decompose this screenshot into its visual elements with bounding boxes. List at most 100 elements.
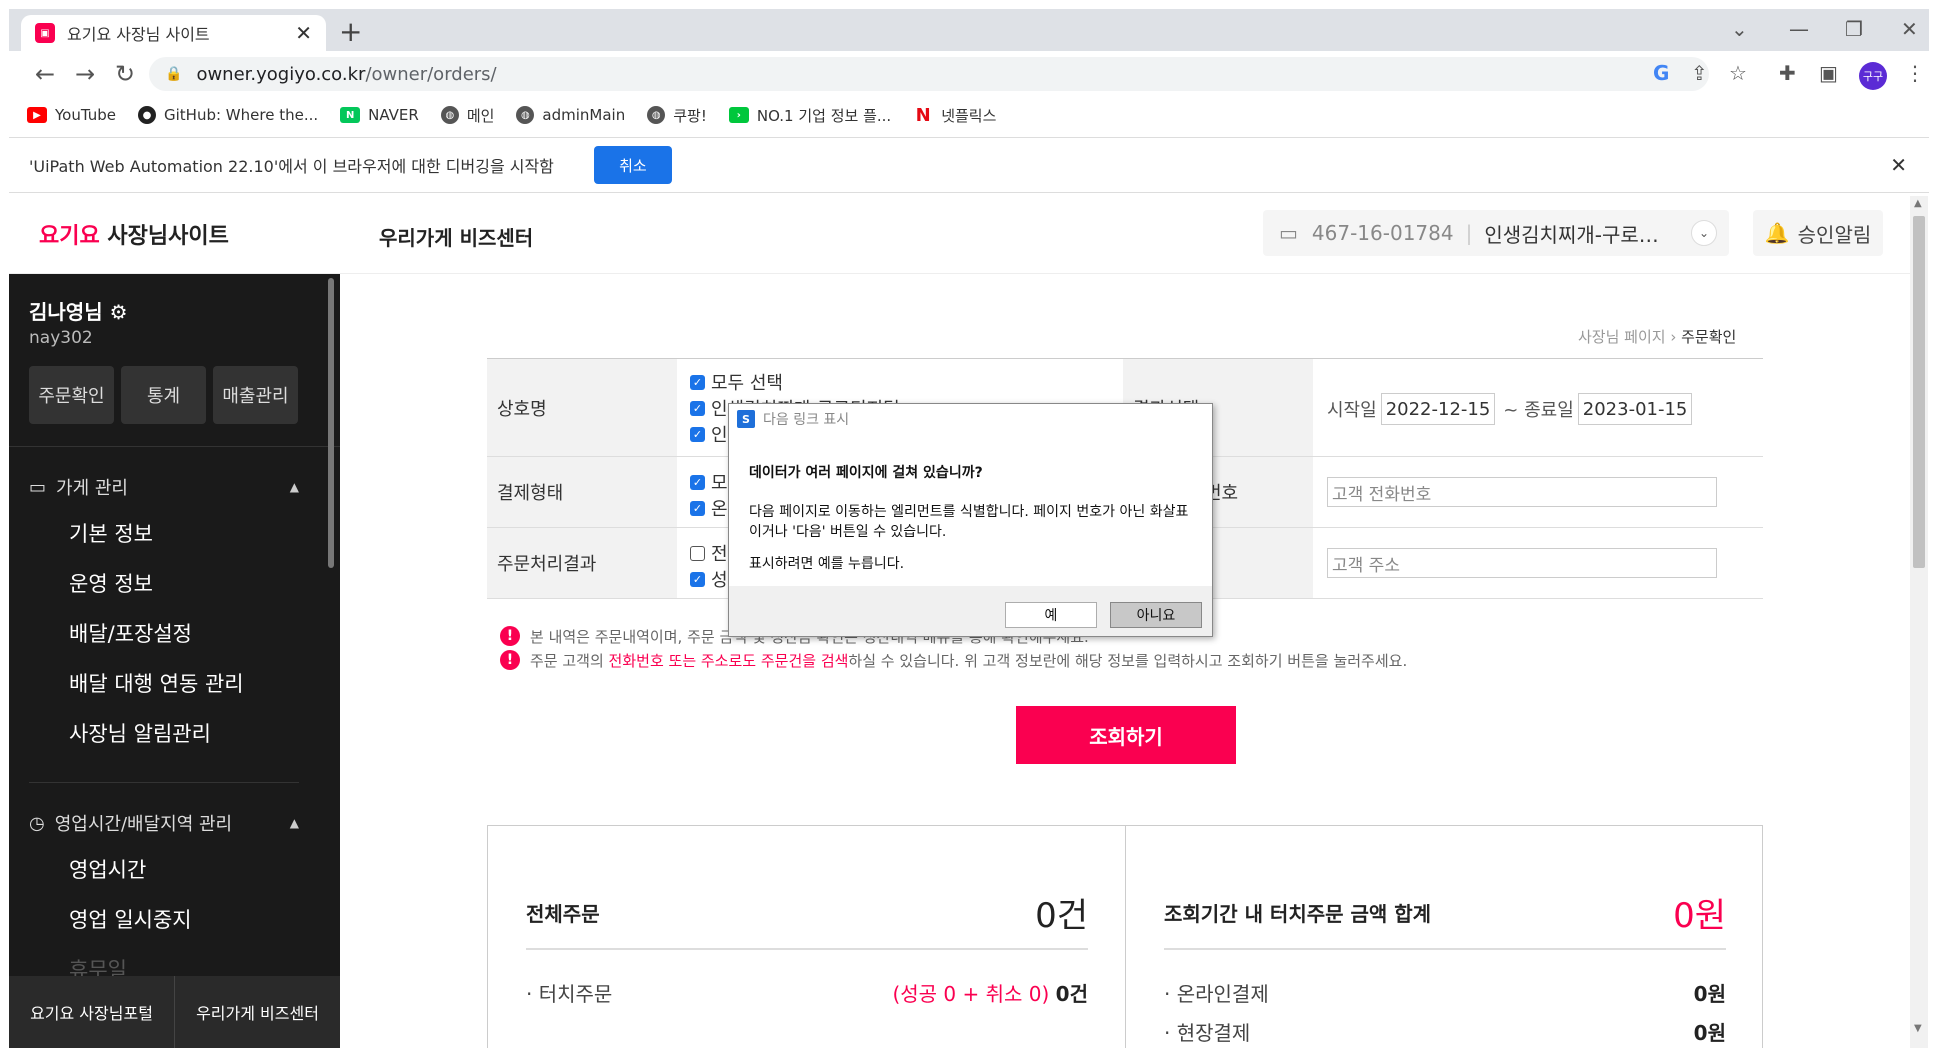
yes-button[interactable]: 예 <box>1005 602 1097 628</box>
separator: | <box>1465 221 1473 245</box>
debug-infobar: 'UiPath Web Automation 22.10'에서 이 브라우저에 … <box>9 137 1929 193</box>
checkbox-checked-icon[interactable]: ✓ <box>690 500 705 516</box>
maximize-icon[interactable]: ❐ <box>1845 17 1863 41</box>
sales-management-button[interactable]: 매출관리 <box>213 366 298 424</box>
statistics-button[interactable]: 통계 <box>121 366 206 424</box>
summary-title: 전체주문 <box>526 901 600 926</box>
more-menu-icon[interactable]: ⋮ <box>1905 61 1925 85</box>
divider <box>29 782 299 783</box>
owner-portal-link[interactable]: 요기요 사장님포털 <box>9 976 175 1048</box>
infobar-close-icon[interactable]: ✕ <box>1890 153 1907 177</box>
sidebar-item-operation-info[interactable]: 운영 정보 <box>69 568 153 598</box>
sidebar: 김나영님 ⚙ nay302 주문확인 통계 매출관리 ▭ 가게 관리 ▲ 기본 … <box>9 274 340 1048</box>
checkbox-payment-all[interactable]: ✓ 모 <box>690 469 728 495</box>
bookmark-netflix[interactable]: N 넷플릭스 <box>913 105 996 126</box>
share-icon[interactable]: ⇪ <box>1691 61 1708 85</box>
store-icon: ▭ <box>1279 221 1298 245</box>
extensions-puzzle-icon[interactable]: ✚ <box>1779 61 1796 85</box>
bookmarks-bar: ▶ YouTube ● GitHub: Where the... N NAVER ◍ 메… <box>9 97 1929 133</box>
alarm-label: 승인알림 <box>1797 222 1872 247</box>
checkbox-result-all[interactable]: 전 <box>690 540 728 566</box>
order-check-button[interactable]: 주문확인 <box>29 366 114 424</box>
bookmark-main[interactable]: ◍ 메인 <box>440 105 494 126</box>
url-bar[interactable]: 🔒 owner.yogiyo.co.kr/owner/orders/ <box>149 57 1709 91</box>
checkbox-checked-icon[interactable]: ✓ <box>690 374 705 390</box>
onsite-payment-line: · 현장결제 0원 <box>1164 1021 1726 1045</box>
sidebar-item-owner-alarm[interactable]: 사장님 알림관리 <box>69 718 211 748</box>
checkbox-unchecked-icon[interactable] <box>690 545 705 561</box>
scroll-down-icon[interactable]: ▼ <box>1914 1023 1922 1034</box>
sidebar-group-hours[interactable]: ◷ 영업시간/배달지역 관리 ▲ <box>29 810 299 836</box>
sidebar-item-pause[interactable]: 영업 일시중지 <box>69 904 192 934</box>
search-button[interactable]: 조회하기 <box>1016 706 1236 764</box>
new-tab-button[interactable]: + <box>339 15 362 48</box>
checkbox-checked-icon[interactable]: ✓ <box>690 474 705 490</box>
netflix-icon: N <box>913 105 934 126</box>
sidebar-item-delivery-settings[interactable]: 배달/포장설정 <box>69 618 192 648</box>
checkbox-result-success[interactable]: ✓ 성 <box>690 566 728 592</box>
uipath-icon: S <box>737 410 755 428</box>
sidebar-scrollbar[interactable] <box>328 278 334 568</box>
tab-title: 요기요 사장님 사이트 <box>67 25 210 44</box>
side-panel-icon[interactable]: ▣ <box>1819 61 1838 85</box>
chevron-down-icon[interactable]: ⌄ <box>1691 220 1717 246</box>
scroll-up-icon[interactable]: ▲ <box>1914 198 1922 209</box>
profile-avatar[interactable]: 구구 <box>1859 62 1887 90</box>
checkbox-payment-online[interactable]: ✓ 온 <box>690 495 728 521</box>
sidebar-item-delivery-agency[interactable]: 배달 대행 연동 관리 <box>69 668 244 698</box>
gear-icon[interactable]: ⚙ <box>110 300 128 324</box>
business-number: 467-16-01784 <box>1311 221 1454 245</box>
checkbox-checked-icon[interactable]: ✓ <box>690 571 705 587</box>
yogiyo-favicon-icon: ▣ <box>35 23 55 43</box>
reload-icon[interactable]: ↻ <box>105 60 145 88</box>
store-name: 인생김치찌개-구로… <box>1484 222 1659 247</box>
url-path: /owner/orders/ <box>365 63 497 85</box>
tab-close-icon[interactable]: ✕ <box>295 21 312 45</box>
chevron-logo-icon: › <box>728 107 749 123</box>
bookmark-naver[interactable]: N NAVER <box>340 106 419 124</box>
start-date-input[interactable]: 2022-12-15 <box>1380 393 1496 425</box>
back-arrow-icon[interactable]: ← <box>25 60 65 88</box>
browser-tab-strip: ▣ 요기요 사장님 사이트 ✕ + ⌄ — ❐ ✕ <box>9 9 1929 51</box>
next-link-dialog: S 다음 링크 표시 데이터가 여러 페이지에 걸쳐 있습니까? 다음 페이지로… <box>728 403 1213 637</box>
sidebar-quick-buttons: 주문확인 통계 매출관리 <box>29 366 298 424</box>
bookmark-star-icon[interactable]: ☆ <box>1729 61 1747 85</box>
bookmark-github[interactable]: ● GitHub: Where the... <box>138 106 318 124</box>
sidebar-item-basic-info[interactable]: 기본 정보 <box>69 518 153 548</box>
bookmark-youtube[interactable]: ▶ YouTube <box>27 106 116 124</box>
infobar-cancel-button[interactable]: 취소 <box>593 146 672 184</box>
bookmark-coupang[interactable]: ◍ 쿠팡! <box>647 105 707 126</box>
minimize-icon[interactable]: — <box>1789 17 1809 41</box>
page-scrollbar[interactable]: ▲ ▼ <box>1910 196 1928 1048</box>
scrollbar-thumb[interactable] <box>1913 216 1925 568</box>
no-button[interactable]: 아니요 <box>1110 602 1202 628</box>
checkbox-checked-icon[interactable]: ✓ <box>690 400 705 416</box>
browser-tab[interactable]: ▣ 요기요 사장님 사이트 ✕ <box>21 15 326 51</box>
address-input[interactable]: 고객 주소 <box>1327 548 1717 578</box>
window-close-icon[interactable]: ✕ <box>1901 17 1918 41</box>
online-payment-line: · 온라인결제 0원 <box>1164 982 1726 1006</box>
youtube-icon: ▶ <box>27 107 47 123</box>
site-logo[interactable]: 요기요 사장님사이트 <box>39 218 229 250</box>
tab-search-chevron-icon[interactable]: ⌄ <box>1731 17 1748 41</box>
end-date-input[interactable]: 2023-01-15 <box>1577 393 1693 425</box>
google-icon[interactable]: G <box>1653 61 1669 85</box>
biz-center-link[interactable]: 우리가게 비즈센터 <box>175 976 340 1048</box>
sidebar-item-business-hours[interactable]: 영업시간 <box>69 854 146 884</box>
sidebar-group-store[interactable]: ▭ 가게 관리 ▲ <box>29 474 299 500</box>
divider <box>9 446 340 447</box>
summary-total-orders: 전체주문 0건 · 터치주문 (성공 0 + 취소 0) 0건 <box>526 876 1088 1007</box>
checkbox-checked-icon[interactable]: ✓ <box>690 426 705 442</box>
checkbox-store-2[interactable]: ✓ 인 <box>690 421 728 447</box>
touch-order-count: 0건 <box>1055 982 1088 1006</box>
checkbox-select-all[interactable]: ✓ 모두 선택 <box>690 369 783 395</box>
dialog-body: 데이터가 여러 페이지에 걸쳐 있습니까? 다음 페이지로 이동하는 엘리먼트를… <box>729 434 1212 586</box>
user-id: nay302 <box>29 328 93 348</box>
approval-alarm-button[interactable]: 🔔 승인알림 <box>1753 210 1883 256</box>
store-selector[interactable]: ▭ 467-16-01784 | 인생김치찌개-구로… ⌄ <box>1263 210 1729 256</box>
bookmark-adminmain[interactable]: ◍ adminMain <box>516 106 625 124</box>
phone-input[interactable]: 고객 전화번호 <box>1327 477 1717 507</box>
filter-label: 상호명 <box>487 359 677 456</box>
forward-arrow-icon[interactable]: → <box>65 60 105 88</box>
bookmark-company-info[interactable]: › NO.1 기업 정보 플... <box>728 105 891 126</box>
